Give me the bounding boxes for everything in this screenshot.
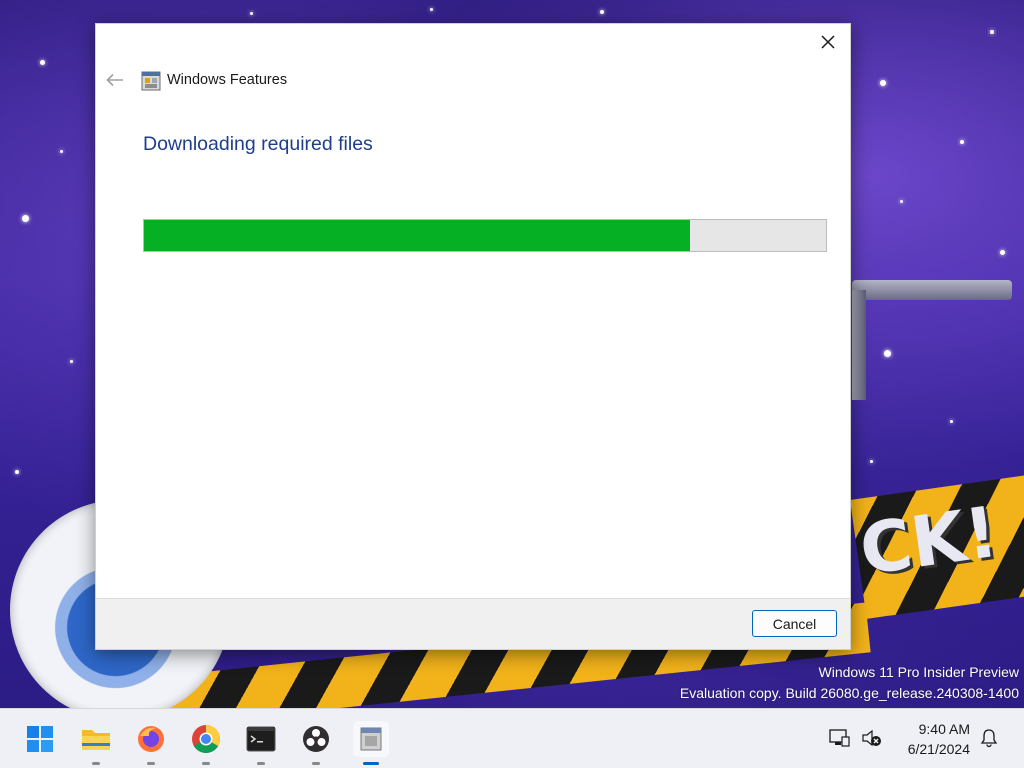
clock[interactable]: 9:40 AM 6/21/2024 — [908, 719, 970, 759]
terminal-icon — [246, 726, 276, 752]
start-icon — [27, 726, 53, 752]
taskbar-firefox[interactable] — [133, 721, 169, 765]
taskbar-chrome[interactable] — [188, 721, 224, 765]
arrow-left-icon — [106, 73, 123, 87]
clock-time: 9:40 AM — [918, 721, 970, 737]
windows-features-icon — [141, 71, 161, 91]
cancel-button[interactable]: Cancel — [752, 610, 837, 637]
network-tray-button[interactable] — [829, 727, 851, 749]
start-button[interactable] — [22, 721, 58, 757]
volume-muted-icon — [862, 729, 881, 747]
dialog-footer: Cancel — [96, 598, 850, 649]
progress-fill — [144, 220, 690, 251]
obs-icon — [303, 726, 329, 752]
back-button[interactable] — [104, 69, 126, 91]
windows-features-icon — [360, 727, 382, 751]
taskbar-file-explorer[interactable] — [78, 721, 114, 765]
close-icon — [821, 35, 835, 49]
network-icon — [829, 729, 850, 747]
download-progress-bar — [143, 219, 827, 252]
volume-tray-button[interactable] — [861, 727, 883, 749]
taskbar-obs[interactable] — [298, 721, 334, 765]
notifications-button[interactable] — [978, 727, 1000, 749]
clock-date: 6/21/2024 — [907, 741, 970, 757]
taskbar-terminal[interactable] — [243, 721, 279, 765]
close-button[interactable] — [814, 28, 842, 56]
taskbar: 9:40 AM 6/21/2024 — [0, 708, 1024, 768]
status-heading: Downloading required files — [143, 133, 373, 155]
file-explorer-icon — [82, 730, 110, 750]
watermark-line2: Evaluation copy. Build 26080.ge_release.… — [679, 685, 1019, 701]
windows-features-dialog: Windows Features Downloading required fi… — [95, 23, 851, 650]
firefox-icon — [138, 726, 164, 752]
dialog-title: Windows Features — [167, 72, 288, 88]
chrome-icon — [192, 725, 220, 753]
evaluation-watermark: Windows 11 Pro Insider Preview Evaluatio… — [680, 662, 1019, 704]
bell-icon — [980, 729, 998, 748]
taskbar-windows-features[interactable] — [353, 721, 389, 765]
watermark-line1: Windows 11 Pro Insider Preview — [818, 664, 1019, 680]
